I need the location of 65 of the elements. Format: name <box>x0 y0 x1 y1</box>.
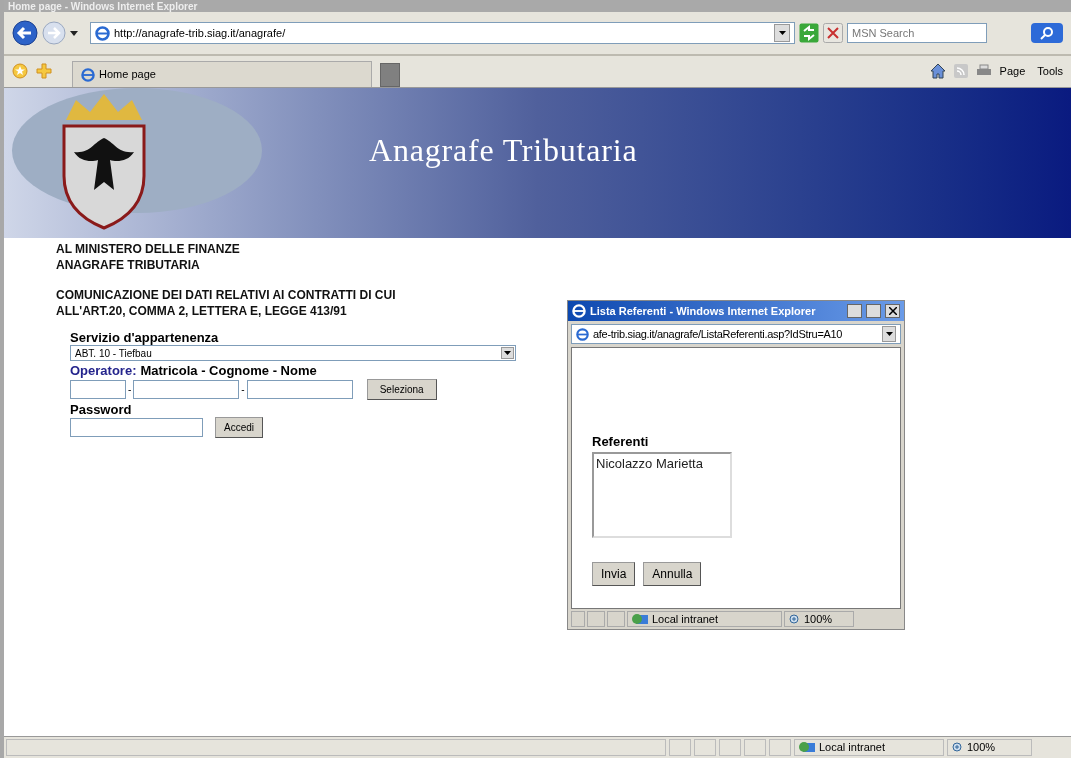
status-pane <box>694 739 716 756</box>
password-label: Password <box>70 402 133 417</box>
minimize-button[interactable] <box>847 304 862 318</box>
status-pane <box>669 739 691 756</box>
search-button[interactable] <box>1031 23 1063 43</box>
dialog-button[interactable]: Annulla <box>643 561 702 586</box>
close-icon <box>888 307 897 315</box>
close-button[interactable] <box>885 304 900 318</box>
password-field[interactable] <box>70 418 203 437</box>
home-icon[interactable] <box>929 62 946 79</box>
addressee-text: ANAGRAFE TRIBUTARIA <box>56 257 201 273</box>
banner-title: Anagrafe Tributaria <box>369 131 638 170</box>
service-dropdown[interactable]: ABT. 10 - Tiefbau <box>70 345 516 361</box>
zone-status: Local intranet <box>819 740 886 756</box>
service-label: Servizio d'appartenenza <box>70 330 220 345</box>
page-icon <box>81 67 95 82</box>
select-button[interactable]: Seleziona <box>366 379 437 400</box>
nome-field[interactable] <box>246 380 353 399</box>
caret-icon <box>778 31 786 35</box>
printer-icon[interactable] <box>975 63 992 78</box>
zoom-icon[interactable] <box>952 742 963 753</box>
separator-text: - <box>241 383 245 397</box>
status-pane <box>769 739 791 756</box>
referenti-label: Referenti <box>592 433 650 451</box>
status-pane <box>587 611 605 627</box>
dropdown-caret-icon[interactable] <box>70 30 78 36</box>
status-pane <box>719 739 741 756</box>
subject-text: COMUNICAZIONE DEI DATI RELATIVI AI CONTRATTI DI CUI <box>56 287 396 303</box>
stop-icon[interactable] <box>823 23 843 43</box>
status-pane <box>607 611 625 627</box>
globe-network-icon <box>799 741 815 754</box>
maximize-button[interactable] <box>866 304 881 318</box>
caret-icon <box>504 351 511 355</box>
dialog-button[interactable]: Invia <box>592 561 636 586</box>
operator-fields-label: Matricola - Cognome - Nome <box>140 363 317 378</box>
popup-title-bar: Lista Referenti - Windows Internet Explorer <box>568 301 904 321</box>
popup-address-field[interactable]: afe-trib.siag.it/anagrafe/ListaReferenti.asp?IdStru=A10 <box>571 324 901 344</box>
address-dropdown-button[interactable] <box>774 24 790 42</box>
cognome-field[interactable] <box>133 380 240 399</box>
back-icon[interactable] <box>12 20 38 46</box>
status-pane <box>744 739 766 756</box>
zoom-icon[interactable] <box>789 613 800 625</box>
refresh-icon[interactable] <box>799 23 819 43</box>
search-field[interactable]: MSN Search <box>847 23 987 43</box>
search-icon <box>1040 26 1054 40</box>
operator-label: Operatore: <box>70 363 137 378</box>
zone-status: Local intranet <box>652 611 719 627</box>
addressee-text: AL MINISTERO DELLE FINANZE <box>56 241 241 257</box>
address-field[interactable]: http://anagrafe-trib.siag.it/anagrafe/ <box>90 22 795 44</box>
browser-tab[interactable]: Home page <box>72 61 372 87</box>
matricola-field[interactable] <box>70 380 126 399</box>
list-option[interactable]: Nicolazzo Marietta <box>594 453 730 473</box>
page-icon <box>95 25 110 41</box>
ie-logo-icon <box>572 304 586 318</box>
login-button[interactable]: Accedi <box>215 417 263 438</box>
status-pane <box>571 611 585 627</box>
subject-text: ALL'ART.20, COMMA 2, LETTERA E, LEGGE 413/91 <box>56 303 348 319</box>
command-menu[interactable]: Tools <box>1037 62 1063 79</box>
caret-icon <box>885 332 893 336</box>
separator-text: - <box>128 383 132 397</box>
referenti-listbox[interactable]: Nicolazzo Marietta <box>592 451 732 538</box>
page-icon <box>576 327 589 341</box>
window-title: Home page - Windows Internet Explorer <box>8 0 198 12</box>
globe-network-icon <box>632 612 648 626</box>
command-menu[interactable]: Page <box>999 62 1026 79</box>
